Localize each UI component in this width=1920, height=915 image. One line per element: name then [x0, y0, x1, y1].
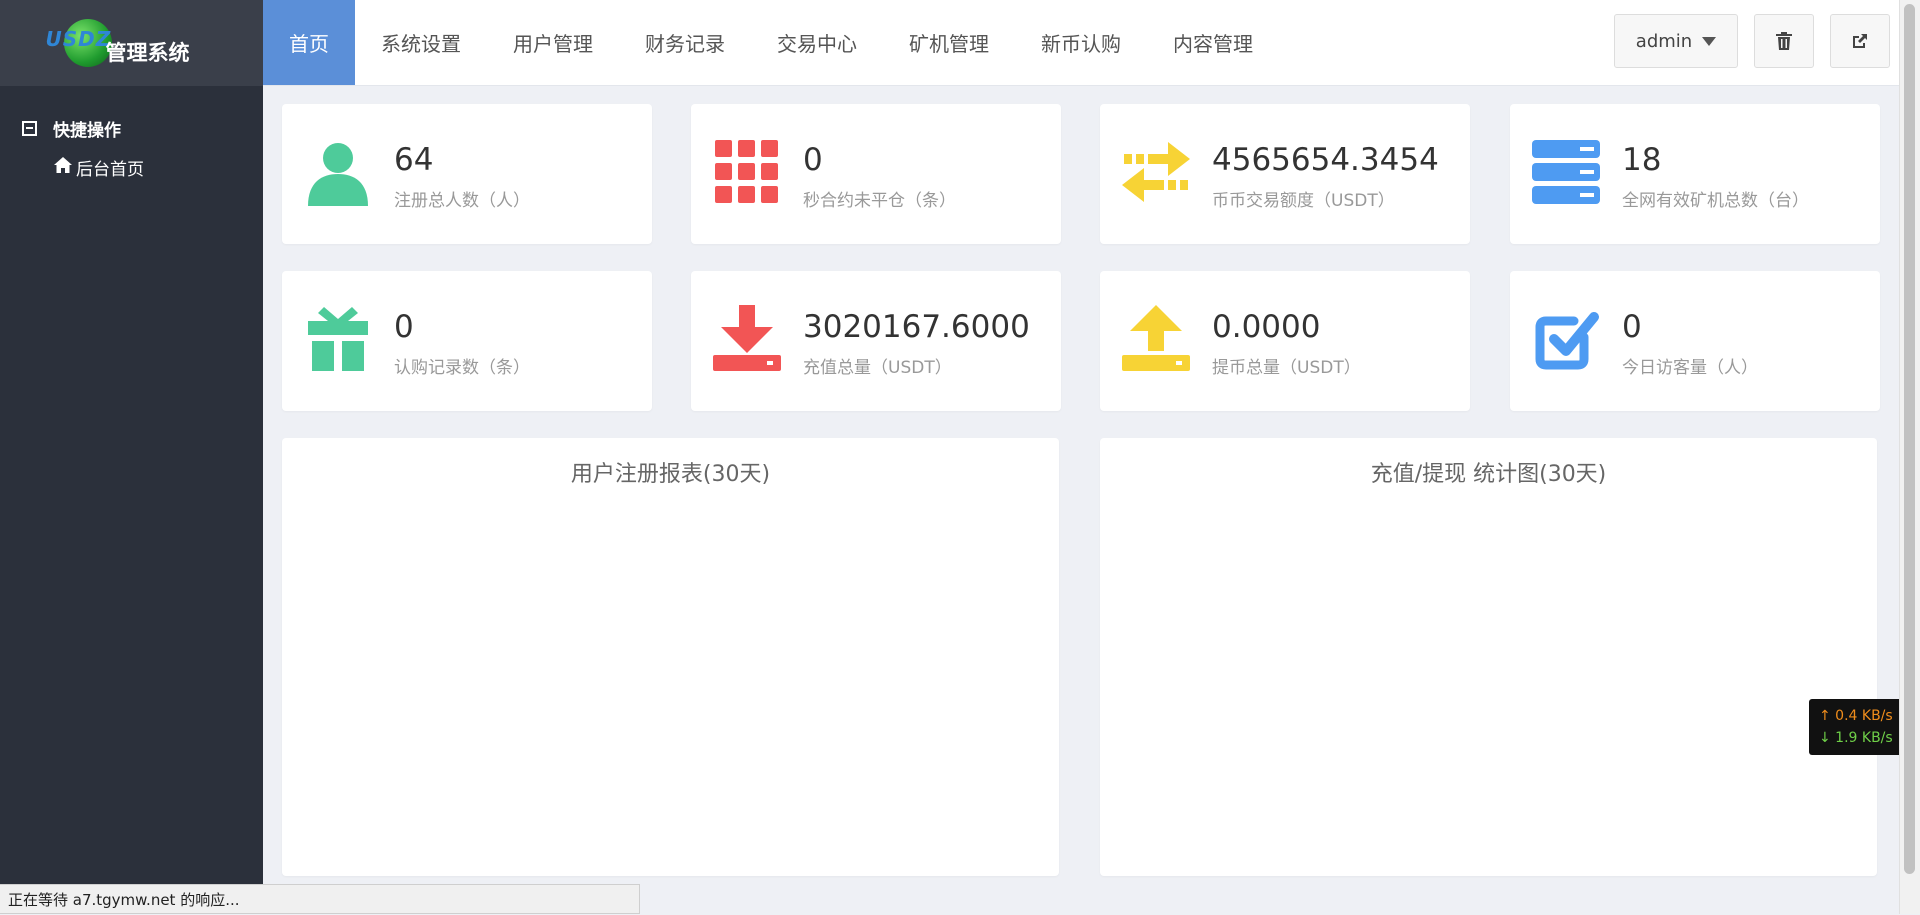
trash-icon [1776, 32, 1792, 50]
gift-icon [308, 307, 368, 371]
nav-item-content-management[interactable]: 内容管理 [1147, 0, 1279, 85]
sidebar-item-label: 后台首页 [76, 159, 144, 180]
grid-icon [715, 140, 778, 203]
vertical-scrollbar[interactable] [1899, 0, 1920, 914]
stat-label: 注册总人数（人） [394, 191, 530, 211]
stat-card-active-miners: 18 全网有效矿机总数（台） [1510, 104, 1880, 244]
nav-item-trading-center[interactable]: 交易中心 [751, 0, 883, 85]
logout-button[interactable] [1830, 14, 1890, 68]
network-speed-widget: ↑ 0.4 KB/s ↓ 1.9 KB/s [1809, 699, 1913, 755]
top-actions: admin [1614, 14, 1890, 68]
top-navbar: 首页 系统设置 用户管理 财务记录 交易中心 矿机管理 新币认购 内容管理 ad… [263, 0, 1900, 86]
panel-title: 充值/提现 统计图(30天) [1370, 462, 1607, 487]
home-icon [54, 156, 72, 178]
brand-logo[interactable]: USDZ 管理系统 [0, 0, 263, 86]
stat-value: 0 [1622, 309, 1642, 345]
nav-item-user-management[interactable]: 用户管理 [487, 0, 619, 85]
app-title: 管理系统 [105, 41, 190, 65]
user-registration-chart-panel: 用户注册报表(30天) [282, 438, 1059, 876]
stat-card-subscription-records: 0 认购记录数（条） [282, 271, 652, 411]
stat-card-total-deposit: 3020167.6000 充值总量（USDT） [691, 271, 1061, 411]
stat-value: 0 [394, 309, 414, 345]
upload-speed: ↑ 0.4 KB/s [1819, 708, 1893, 724]
sidebar-item-dashboard[interactable]: 后台首页 [0, 148, 263, 186]
nav-item-finance-records[interactable]: 财务记录 [619, 0, 751, 85]
browser-status-bar: 正在等待 a7.tgymw.net 的响应... [0, 884, 640, 914]
stat-label: 充值总量（USDT） [803, 358, 952, 378]
stat-card-trade-volume: 4565654.3454 币币交易额度（USDT） [1100, 104, 1470, 244]
stat-value: 18 [1622, 142, 1662, 178]
download-speed: ↓ 1.9 KB/s [1819, 730, 1893, 746]
caret-down-icon [1702, 36, 1717, 46]
logo-mark: USDZ 管理系统 [42, 13, 222, 73]
stat-label: 认购记录数（条） [394, 358, 530, 378]
stat-label: 提币总量（USDT） [1212, 358, 1361, 378]
collapse-icon [22, 120, 37, 136]
sidebar: USDZ 管理系统 快捷操作 后台首页 [0, 0, 263, 914]
user-icon [308, 143, 368, 206]
download-icon [713, 305, 781, 371]
logo-text: USDZ [45, 27, 112, 51]
stat-label: 币币交易额度（USDT） [1212, 191, 1395, 211]
server-icon [1532, 140, 1600, 204]
stat-value: 0.0000 [1212, 309, 1321, 345]
nav-item-miner-management[interactable]: 矿机管理 [883, 0, 1015, 85]
stat-label: 全网有效矿机总数（台） [1622, 191, 1809, 211]
user-name: admin [1635, 30, 1693, 52]
exchange-icon [1122, 142, 1190, 202]
clear-cache-button[interactable] [1754, 14, 1814, 68]
nav-item-new-coin-subscription[interactable]: 新币认购 [1015, 0, 1147, 85]
sidebar-section-quick[interactable]: 快捷操作 [0, 108, 263, 148]
stat-value: 0 [803, 142, 823, 178]
nav-item-system-settings[interactable]: 系统设置 [355, 0, 487, 85]
stat-label: 秒合约未平仓（条） [803, 191, 956, 211]
upload-icon [1122, 305, 1190, 371]
stat-card-visitors-today: 0 今日访客量（人） [1510, 271, 1880, 411]
stat-label: 今日访客量（人） [1622, 358, 1758, 378]
stat-value: 4565654.3454 [1212, 142, 1439, 178]
stat-value: 64 [394, 142, 434, 178]
deposit-withdrawal-chart-panel: 充值/提现 统计图(30天) [1100, 438, 1877, 876]
stat-card-total-withdrawal: 0.0000 提币总量（USDT） [1100, 271, 1470, 411]
sidebar-section-label: 快捷操作 [53, 120, 121, 141]
user-menu-button[interactable]: admin [1614, 14, 1738, 68]
scrollbar-thumb[interactable] [1904, 4, 1915, 874]
share-icon [1853, 34, 1867, 48]
stat-value: 3020167.6000 [803, 309, 1030, 345]
panel-title: 用户注册报表(30天) [570, 462, 771, 487]
nav-item-home[interactable]: 首页 [263, 0, 355, 85]
check-square-icon [1535, 312, 1599, 370]
stat-card-open-contracts: 0 秒合约未平仓（条） [691, 104, 1061, 244]
stat-card-registered-users: 64 注册总人数（人） [282, 104, 652, 244]
